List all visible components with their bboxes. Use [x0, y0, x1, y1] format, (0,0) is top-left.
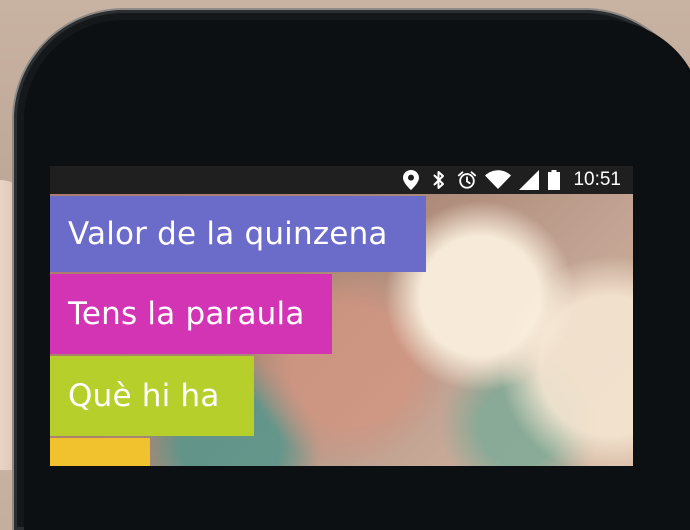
phone-screen: 10:51 Valor de la quinzena Tens la parau…	[50, 166, 633, 466]
location-icon	[401, 170, 421, 190]
battery-icon	[547, 170, 561, 190]
status-time: 10:51	[573, 169, 621, 190]
tile-label: Valor de la quinzena	[68, 216, 388, 252]
tile-label: Què hi ha	[68, 378, 220, 414]
bluetooth-icon	[429, 170, 449, 190]
tile-partial[interactable]	[50, 438, 150, 466]
signal-icon	[519, 170, 540, 190]
alarm-icon	[457, 170, 477, 190]
tile-tens-la-paraula[interactable]: Tens la paraula	[50, 274, 332, 354]
status-bar: 10:51	[50, 166, 633, 194]
tile-label: Tens la paraula	[68, 296, 305, 332]
wifi-icon	[485, 170, 512, 190]
tile-que-hi-ha[interactable]: Què hi ha	[50, 356, 254, 436]
tile-valor-de-la-quinzena[interactable]: Valor de la quinzena	[50, 196, 426, 272]
